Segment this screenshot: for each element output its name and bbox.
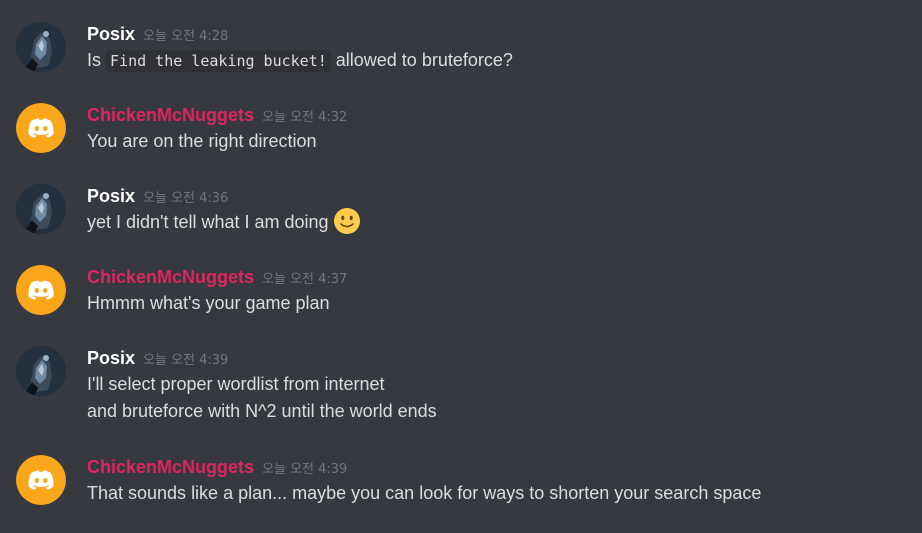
- timestamp[interactable]: 오늘 오전 4:32: [262, 106, 347, 130]
- message-text: Is: [87, 50, 107, 70]
- username[interactable]: Posix: [87, 22, 135, 46]
- message-header: Posix 오늘 오전 4:39: [87, 346, 228, 370]
- message-body: That sounds like a plan... maybe you can…: [87, 480, 761, 507]
- message-line: yet I didn't tell what I am doing: [87, 207, 361, 236]
- username[interactable]: ChickenMcNuggets: [87, 265, 254, 289]
- message-text: and bruteforce with N^2 until the world …: [87, 401, 437, 421]
- posix-avatar-icon[interactable]: [16, 346, 66, 396]
- message-text: You are on the right direction: [87, 131, 317, 151]
- timestamp[interactable]: 오늘 오전 4:39: [262, 458, 347, 482]
- chat-log: Posix 오늘 오전 4:28 Is Find the leaking buck…: [0, 0, 922, 533]
- message-line: Is Find the leaking bucket! allowed to b…: [87, 47, 513, 74]
- message-text: I'll select proper wordlist from interne…: [87, 374, 385, 394]
- username[interactable]: ChickenMcNuggets: [87, 103, 254, 127]
- message-header: ChickenMcNuggets 오늘 오전 4:39: [87, 455, 347, 479]
- message-body: You are on the right direction: [87, 128, 317, 155]
- slightly-smiling-face-icon[interactable]: [333, 207, 361, 235]
- message-text: That sounds like a plan... maybe you can…: [87, 483, 762, 503]
- username[interactable]: ChickenMcNuggets: [87, 455, 254, 479]
- discord-logo-icon[interactable]: [16, 455, 66, 505]
- username[interactable]: Posix: [87, 184, 135, 208]
- timestamp[interactable]: 오늘 오전 4:39: [143, 349, 228, 373]
- timestamp[interactable]: 오늘 오전 4:28: [143, 25, 228, 49]
- message-header: ChickenMcNuggets 오늘 오전 4:32: [87, 103, 347, 127]
- message-text: Hmmm what's your game plan: [87, 293, 330, 313]
- discord-logo-icon[interactable]: [16, 265, 66, 315]
- message-header: Posix 오늘 오전 4:28: [87, 22, 228, 46]
- message-header: Posix 오늘 오전 4:36: [87, 184, 228, 208]
- posix-avatar-icon[interactable]: [16, 22, 66, 72]
- timestamp[interactable]: 오늘 오전 4:36: [143, 187, 228, 211]
- timestamp[interactable]: 오늘 오전 4:37: [262, 268, 347, 292]
- message-text: allowed to bruteforce?: [330, 50, 513, 70]
- message-body: I'll select proper wordlist from interne…: [87, 371, 437, 425]
- message-body: yet I didn't tell what I am doing: [87, 207, 361, 236]
- message-body: Is Find the leaking bucket! allowed to b…: [87, 47, 513, 74]
- discord-logo-icon[interactable]: [16, 103, 66, 153]
- posix-avatar-icon[interactable]: [16, 184, 66, 234]
- message-header: ChickenMcNuggets 오늘 오전 4:37: [87, 265, 347, 289]
- message-text: yet I didn't tell what I am doing: [87, 212, 329, 232]
- username[interactable]: Posix: [87, 346, 135, 370]
- message-body: Hmmm what's your game plan: [87, 290, 330, 317]
- inline-code: Find the leaking bucket!: [106, 50, 331, 72]
